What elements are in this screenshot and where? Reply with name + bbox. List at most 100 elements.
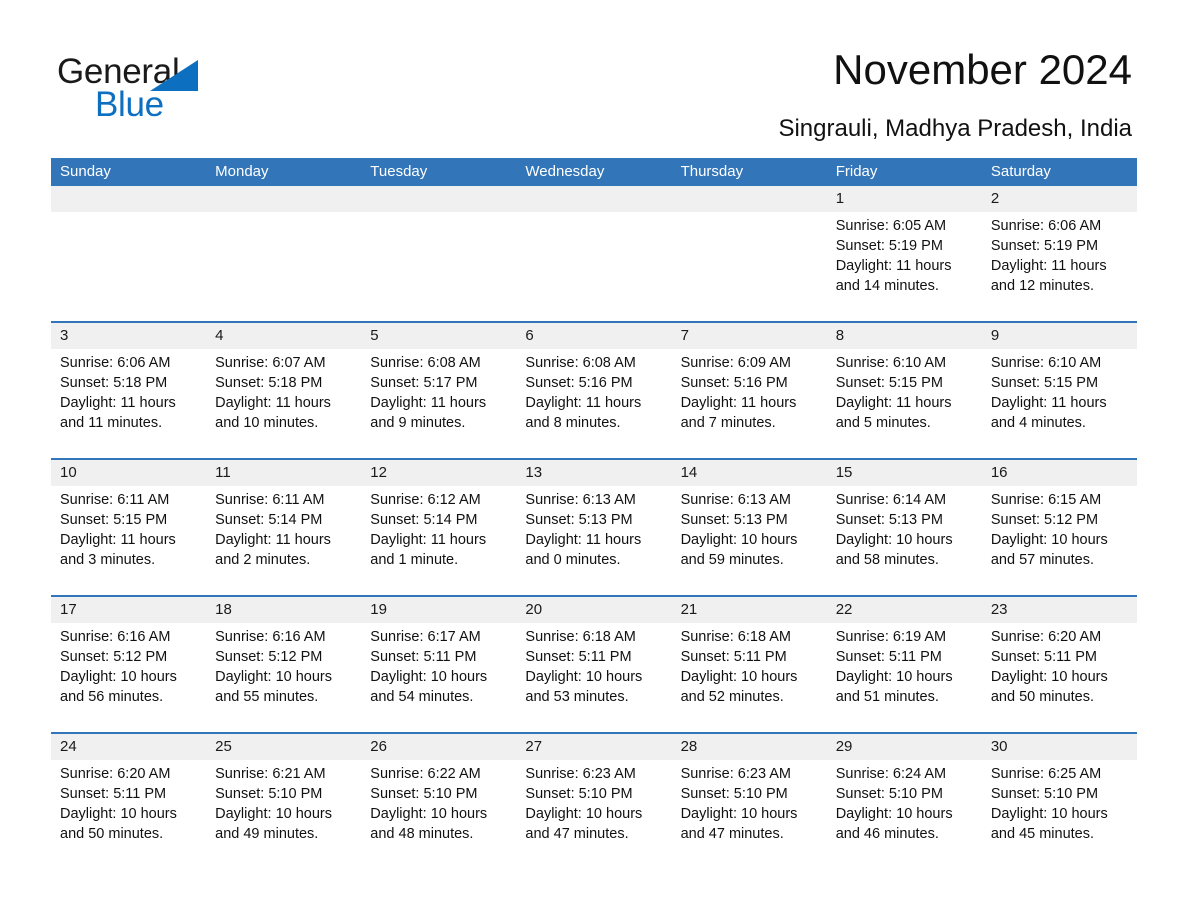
daylight-text: Daylight: 10 hours and 56 minutes. (60, 669, 177, 705)
day-details: Sunrise: 6:09 AM Sunset: 5:16 PM Dayligh… (672, 349, 827, 433)
daylight-text: Daylight: 10 hours and 58 minutes. (835, 532, 953, 568)
sunrise-text: Sunrise: 6:20 AM (990, 629, 1102, 645)
day-cell[interactable]: 3 Sunrise: 6:06 AM Sunset: 5:18 PM Dayli… (51, 323, 207, 458)
sunset-text: Sunset: 5:12 PM (215, 649, 323, 665)
day-cell[interactable]: 24 Sunrise: 6:20 AM Sunset: 5:11 PM Dayl… (51, 734, 207, 869)
day-details: Sunrise: 6:08 AM Sunset: 5:16 PM Dayligh… (516, 349, 671, 433)
day-cell[interactable]: 25 Sunrise: 6:21 AM Sunset: 5:10 PM Dayl… (206, 734, 362, 869)
day-details: Sunrise: 6:25 AM Sunset: 5:10 PM Dayligh… (982, 760, 1137, 844)
day-cell[interactable]: 9 Sunrise: 6:10 AM Sunset: 5:15 PM Dayli… (981, 323, 1137, 458)
day-details: Sunrise: 6:18 AM Sunset: 5:11 PM Dayligh… (516, 623, 671, 707)
day-cell[interactable]: 15 Sunrise: 6:14 AM Sunset: 5:13 PM Dayl… (826, 460, 982, 595)
day-number: 17 (51, 597, 207, 623)
sunrise-text: Sunrise: 6:23 AM (680, 766, 791, 782)
sunrise-text: Sunrise: 6:19 AM (835, 629, 947, 645)
day-details (361, 212, 516, 216)
day-cell[interactable]: 7 Sunrise: 6:09 AM Sunset: 5:16 PM Dayli… (671, 323, 827, 458)
daylight-text: Daylight: 10 hours and 47 minutes. (525, 806, 643, 842)
day-details (672, 212, 827, 216)
day-cell[interactable]: 4 Sunrise: 6:07 AM Sunset: 5:18 PM Dayli… (206, 323, 362, 458)
day-details: Sunrise: 6:17 AM Sunset: 5:11 PM Dayligh… (361, 623, 516, 707)
sunrise-text: Sunrise: 6:20 AM (60, 766, 171, 782)
day-cell[interactable]: 12 Sunrise: 6:12 AM Sunset: 5:14 PM Dayl… (361, 460, 517, 595)
sunset-text: Sunset: 5:10 PM (680, 786, 788, 802)
day-cell[interactable]: 14 Sunrise: 6:13 AM Sunset: 5:13 PM Dayl… (671, 460, 827, 595)
day-number (671, 186, 827, 212)
day-number: 15 (826, 460, 982, 486)
week-row: 10 Sunrise: 6:11 AM Sunset: 5:15 PM Dayl… (51, 458, 1137, 595)
day-cell[interactable]: 30 Sunrise: 6:25 AM Sunset: 5:10 PM Dayl… (981, 734, 1137, 869)
sunrise-text: Sunrise: 6:13 AM (525, 492, 636, 508)
day-cell[interactable]: 1 Sunrise: 6:05 AM Sunset: 5:19 PM Dayli… (826, 186, 982, 321)
sunset-text: Sunset: 5:14 PM (370, 512, 478, 528)
sunset-text: Sunset: 5:13 PM (525, 512, 633, 528)
day-cell[interactable]: 22 Sunrise: 6:19 AM Sunset: 5:11 PM Dayl… (826, 597, 982, 732)
day-number: 26 (361, 734, 517, 760)
day-cell[interactable]: 2 Sunrise: 6:06 AM Sunset: 5:19 PM Dayli… (981, 186, 1137, 321)
day-details: Sunrise: 6:12 AM Sunset: 5:14 PM Dayligh… (361, 486, 516, 570)
day-cell[interactable]: 11 Sunrise: 6:11 AM Sunset: 5:14 PM Dayl… (206, 460, 362, 595)
daylight-text: Daylight: 10 hours and 53 minutes. (525, 669, 643, 705)
daylight-text: Daylight: 10 hours and 52 minutes. (680, 669, 798, 705)
day-cell[interactable] (516, 186, 672, 321)
day-cell[interactable]: 23 Sunrise: 6:20 AM Sunset: 5:11 PM Dayl… (981, 597, 1137, 732)
day-details (206, 212, 361, 216)
brand-logo[interactable]: General Blue (57, 52, 317, 124)
day-number (516, 186, 672, 212)
daylight-text: Daylight: 10 hours and 51 minutes. (835, 669, 953, 705)
day-number: 8 (826, 323, 982, 349)
sunrise-text: Sunrise: 6:08 AM (370, 355, 481, 371)
day-cell[interactable] (671, 186, 827, 321)
day-cell[interactable] (51, 186, 207, 321)
sunset-text: Sunset: 5:15 PM (835, 375, 943, 391)
daylight-text: Daylight: 10 hours and 47 minutes. (680, 806, 798, 842)
week-row: 24 Sunrise: 6:20 AM Sunset: 5:11 PM Dayl… (51, 732, 1137, 869)
day-number: 19 (361, 597, 517, 623)
sunset-text: Sunset: 5:16 PM (680, 375, 788, 391)
page-subtitle-location: Singrauli, Madhya Pradesh, India (778, 115, 1132, 142)
day-details: Sunrise: 6:13 AM Sunset: 5:13 PM Dayligh… (672, 486, 827, 570)
day-number: 20 (516, 597, 672, 623)
weekday-header-wednesday: Wednesday (525, 163, 605, 180)
day-cell[interactable]: 8 Sunrise: 6:10 AM Sunset: 5:15 PM Dayli… (826, 323, 982, 458)
sunset-text: Sunset: 5:19 PM (990, 238, 1099, 254)
sunrise-text: Sunrise: 6:25 AM (990, 766, 1102, 782)
sunrise-text: Sunrise: 6:15 AM (990, 492, 1102, 508)
day-details: Sunrise: 6:23 AM Sunset: 5:10 PM Dayligh… (516, 760, 671, 844)
sunset-text: Sunset: 5:18 PM (60, 375, 168, 391)
day-cell[interactable]: 13 Sunrise: 6:13 AM Sunset: 5:13 PM Dayl… (516, 460, 672, 595)
sunset-text: Sunset: 5:17 PM (370, 375, 478, 391)
day-cell[interactable] (206, 186, 362, 321)
week-row: 17 Sunrise: 6:16 AM Sunset: 5:12 PM Dayl… (51, 595, 1137, 732)
day-number: 4 (206, 323, 362, 349)
day-cell[interactable]: 6 Sunrise: 6:08 AM Sunset: 5:16 PM Dayli… (516, 323, 672, 458)
day-details: Sunrise: 6:20 AM Sunset: 5:11 PM Dayligh… (51, 760, 206, 844)
day-cell[interactable]: 5 Sunrise: 6:08 AM Sunset: 5:17 PM Dayli… (361, 323, 517, 458)
day-cell[interactable]: 28 Sunrise: 6:23 AM Sunset: 5:10 PM Dayl… (671, 734, 827, 869)
day-cell[interactable]: 18 Sunrise: 6:16 AM Sunset: 5:12 PM Dayl… (206, 597, 362, 732)
day-details (51, 212, 206, 216)
sunset-text: Sunset: 5:18 PM (215, 375, 323, 391)
daylight-text: Daylight: 10 hours and 59 minutes. (680, 532, 798, 568)
weekday-header-sunday: Sunday (60, 163, 111, 180)
day-cell[interactable]: 27 Sunrise: 6:23 AM Sunset: 5:10 PM Dayl… (516, 734, 672, 869)
day-cell[interactable]: 21 Sunrise: 6:18 AM Sunset: 5:11 PM Dayl… (671, 597, 827, 732)
day-cell[interactable]: 26 Sunrise: 6:22 AM Sunset: 5:10 PM Dayl… (361, 734, 517, 869)
day-cell[interactable]: 20 Sunrise: 6:18 AM Sunset: 5:11 PM Dayl… (516, 597, 672, 732)
day-number: 13 (516, 460, 672, 486)
day-number: 10 (51, 460, 207, 486)
day-cell[interactable]: 16 Sunrise: 6:15 AM Sunset: 5:12 PM Dayl… (981, 460, 1137, 595)
day-number: 27 (516, 734, 672, 760)
day-cell[interactable]: 29 Sunrise: 6:24 AM Sunset: 5:10 PM Dayl… (826, 734, 982, 869)
day-cell[interactable]: 19 Sunrise: 6:17 AM Sunset: 5:11 PM Dayl… (361, 597, 517, 732)
day-cell[interactable] (361, 186, 517, 321)
day-details: Sunrise: 6:11 AM Sunset: 5:15 PM Dayligh… (51, 486, 206, 570)
sunrise-text: Sunrise: 6:10 AM (835, 355, 947, 371)
daylight-text: Daylight: 10 hours and 55 minutes. (215, 669, 333, 705)
day-details: Sunrise: 6:10 AM Sunset: 5:15 PM Dayligh… (827, 349, 982, 433)
page-title: November 2024 (833, 46, 1132, 93)
day-cell[interactable]: 10 Sunrise: 6:11 AM Sunset: 5:15 PM Dayl… (51, 460, 207, 595)
day-number: 14 (671, 460, 827, 486)
day-number: 9 (981, 323, 1137, 349)
day-cell[interactable]: 17 Sunrise: 6:16 AM Sunset: 5:12 PM Dayl… (51, 597, 207, 732)
